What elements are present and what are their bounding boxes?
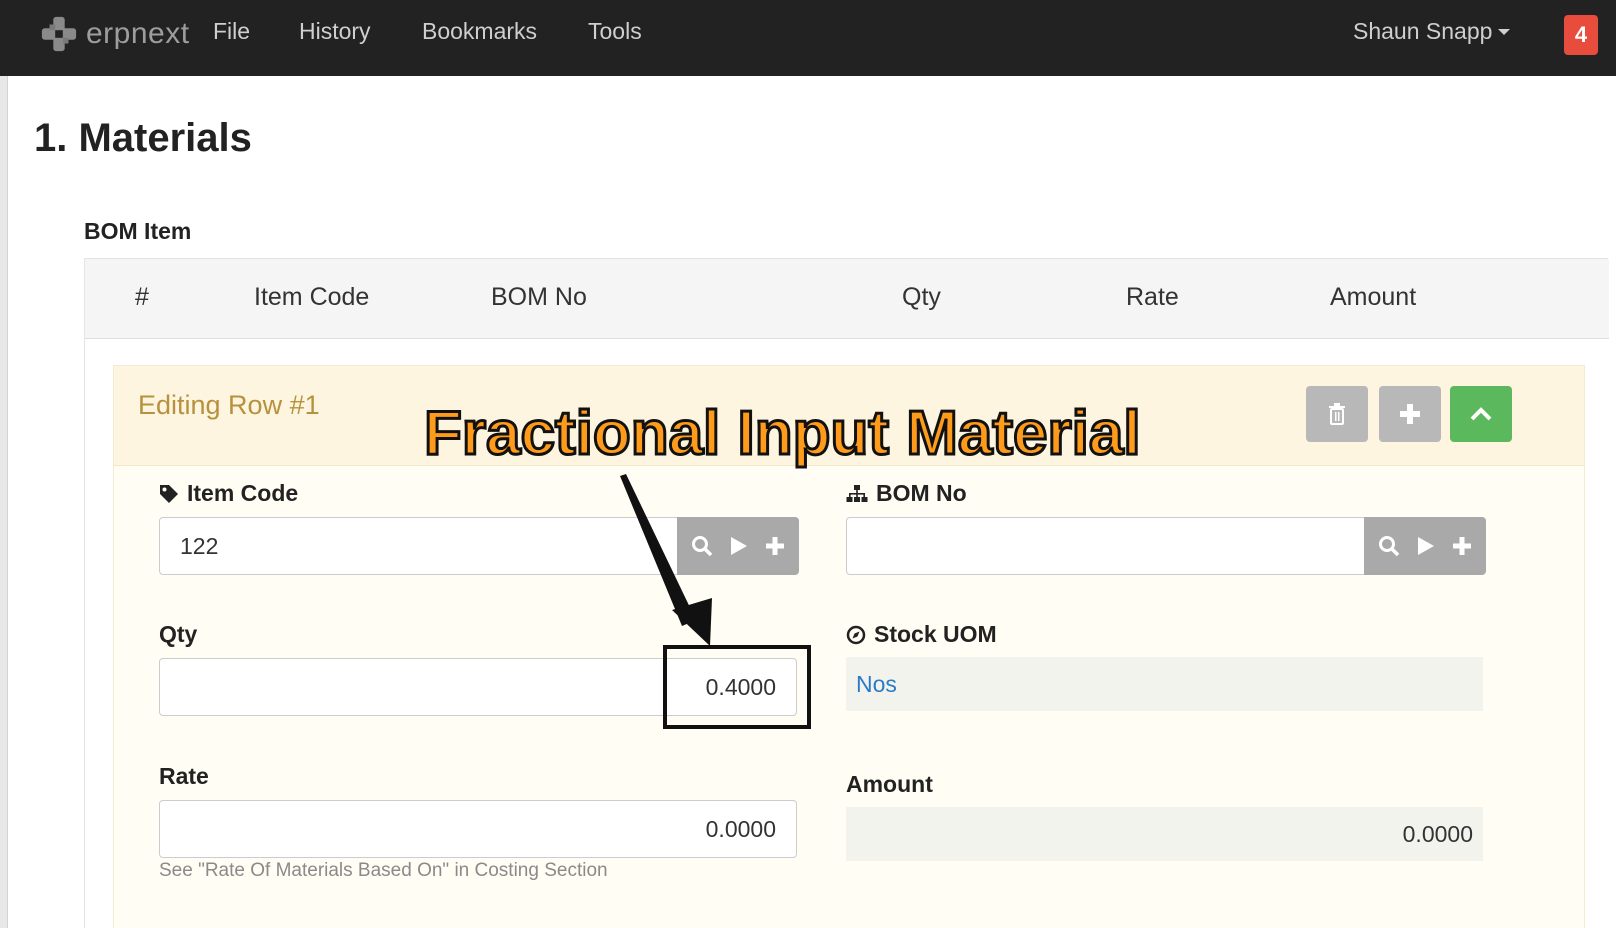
trash-icon: [1329, 403, 1345, 425]
amount-value: 0.0000: [846, 807, 1483, 861]
collapse-row-button[interactable]: [1450, 386, 1512, 442]
grid-label: BOM Item: [84, 218, 192, 244]
col-header-bom-no: BOM No: [491, 283, 587, 311]
stock-uom-value: Nos: [846, 657, 1483, 711]
grid-header: # Item Code BOM No Qty Rate Amount: [85, 259, 1609, 339]
insert-row-button[interactable]: [1379, 386, 1441, 442]
rate-label: Rate: [159, 763, 209, 789]
annotation-arrow-icon: [620, 474, 712, 646]
qty-label: Qty: [159, 621, 198, 647]
user-name: Shaun Snapp: [1353, 18, 1493, 44]
plus-icon: [1400, 404, 1420, 424]
chevron-up-icon: [1470, 407, 1492, 421]
compass-icon: [846, 625, 866, 645]
rate-input[interactable]: 0.0000: [159, 800, 797, 858]
user-menu[interactable]: Shaun Snapp: [1353, 18, 1511, 45]
item-code-label: Item Code: [159, 480, 298, 507]
col-header-qty: Qty: [902, 283, 941, 311]
annotation-caption: Fractional Input Material: [423, 398, 1143, 470]
left-border: [0, 76, 8, 928]
amount-label: Amount: [846, 771, 933, 797]
menu-history[interactable]: History: [299, 18, 371, 45]
erpnext-logo-icon: [41, 16, 77, 52]
bom-no-actions: [1364, 517, 1486, 575]
brand-name: erpnext: [86, 17, 190, 50]
caret-down-icon: [1498, 28, 1511, 35]
delete-row-button[interactable]: [1306, 386, 1368, 442]
notification-badge[interactable]: 4: [1564, 15, 1598, 55]
tag-icon: [159, 484, 179, 504]
search-icon[interactable]: [1378, 535, 1400, 557]
col-header-rate: Rate: [1126, 283, 1179, 311]
section-title: 1. Materials: [34, 116, 252, 160]
top-navbar: erpnext File History Bookmarks Tools Sha…: [0, 0, 1616, 76]
edit-row-title: Editing Row #1: [138, 390, 320, 420]
menu-bookmarks[interactable]: Bookmarks: [422, 18, 537, 45]
bom-no-label: BOM No: [846, 480, 967, 507]
bom-no-input[interactable]: [846, 517, 1366, 575]
col-header-amount: Amount: [1330, 283, 1417, 311]
qty-highlight-box: [663, 645, 811, 729]
sitemap-icon: [846, 484, 868, 504]
menu-tools[interactable]: Tools: [588, 18, 642, 45]
plus-icon[interactable]: [1452, 536, 1472, 556]
stock-uom-link[interactable]: Nos: [856, 671, 897, 698]
menu-file[interactable]: File: [213, 18, 250, 45]
plus-icon[interactable]: [765, 536, 785, 556]
rate-help-text: See "Rate Of Materials Based On" in Cost…: [159, 860, 608, 881]
stock-uom-label: Stock UOM: [846, 621, 997, 648]
col-header-index: #: [135, 283, 149, 311]
col-header-item-code: Item Code: [254, 283, 370, 311]
brand[interactable]: erpnext: [40, 14, 190, 54]
play-icon[interactable]: [1416, 535, 1436, 557]
